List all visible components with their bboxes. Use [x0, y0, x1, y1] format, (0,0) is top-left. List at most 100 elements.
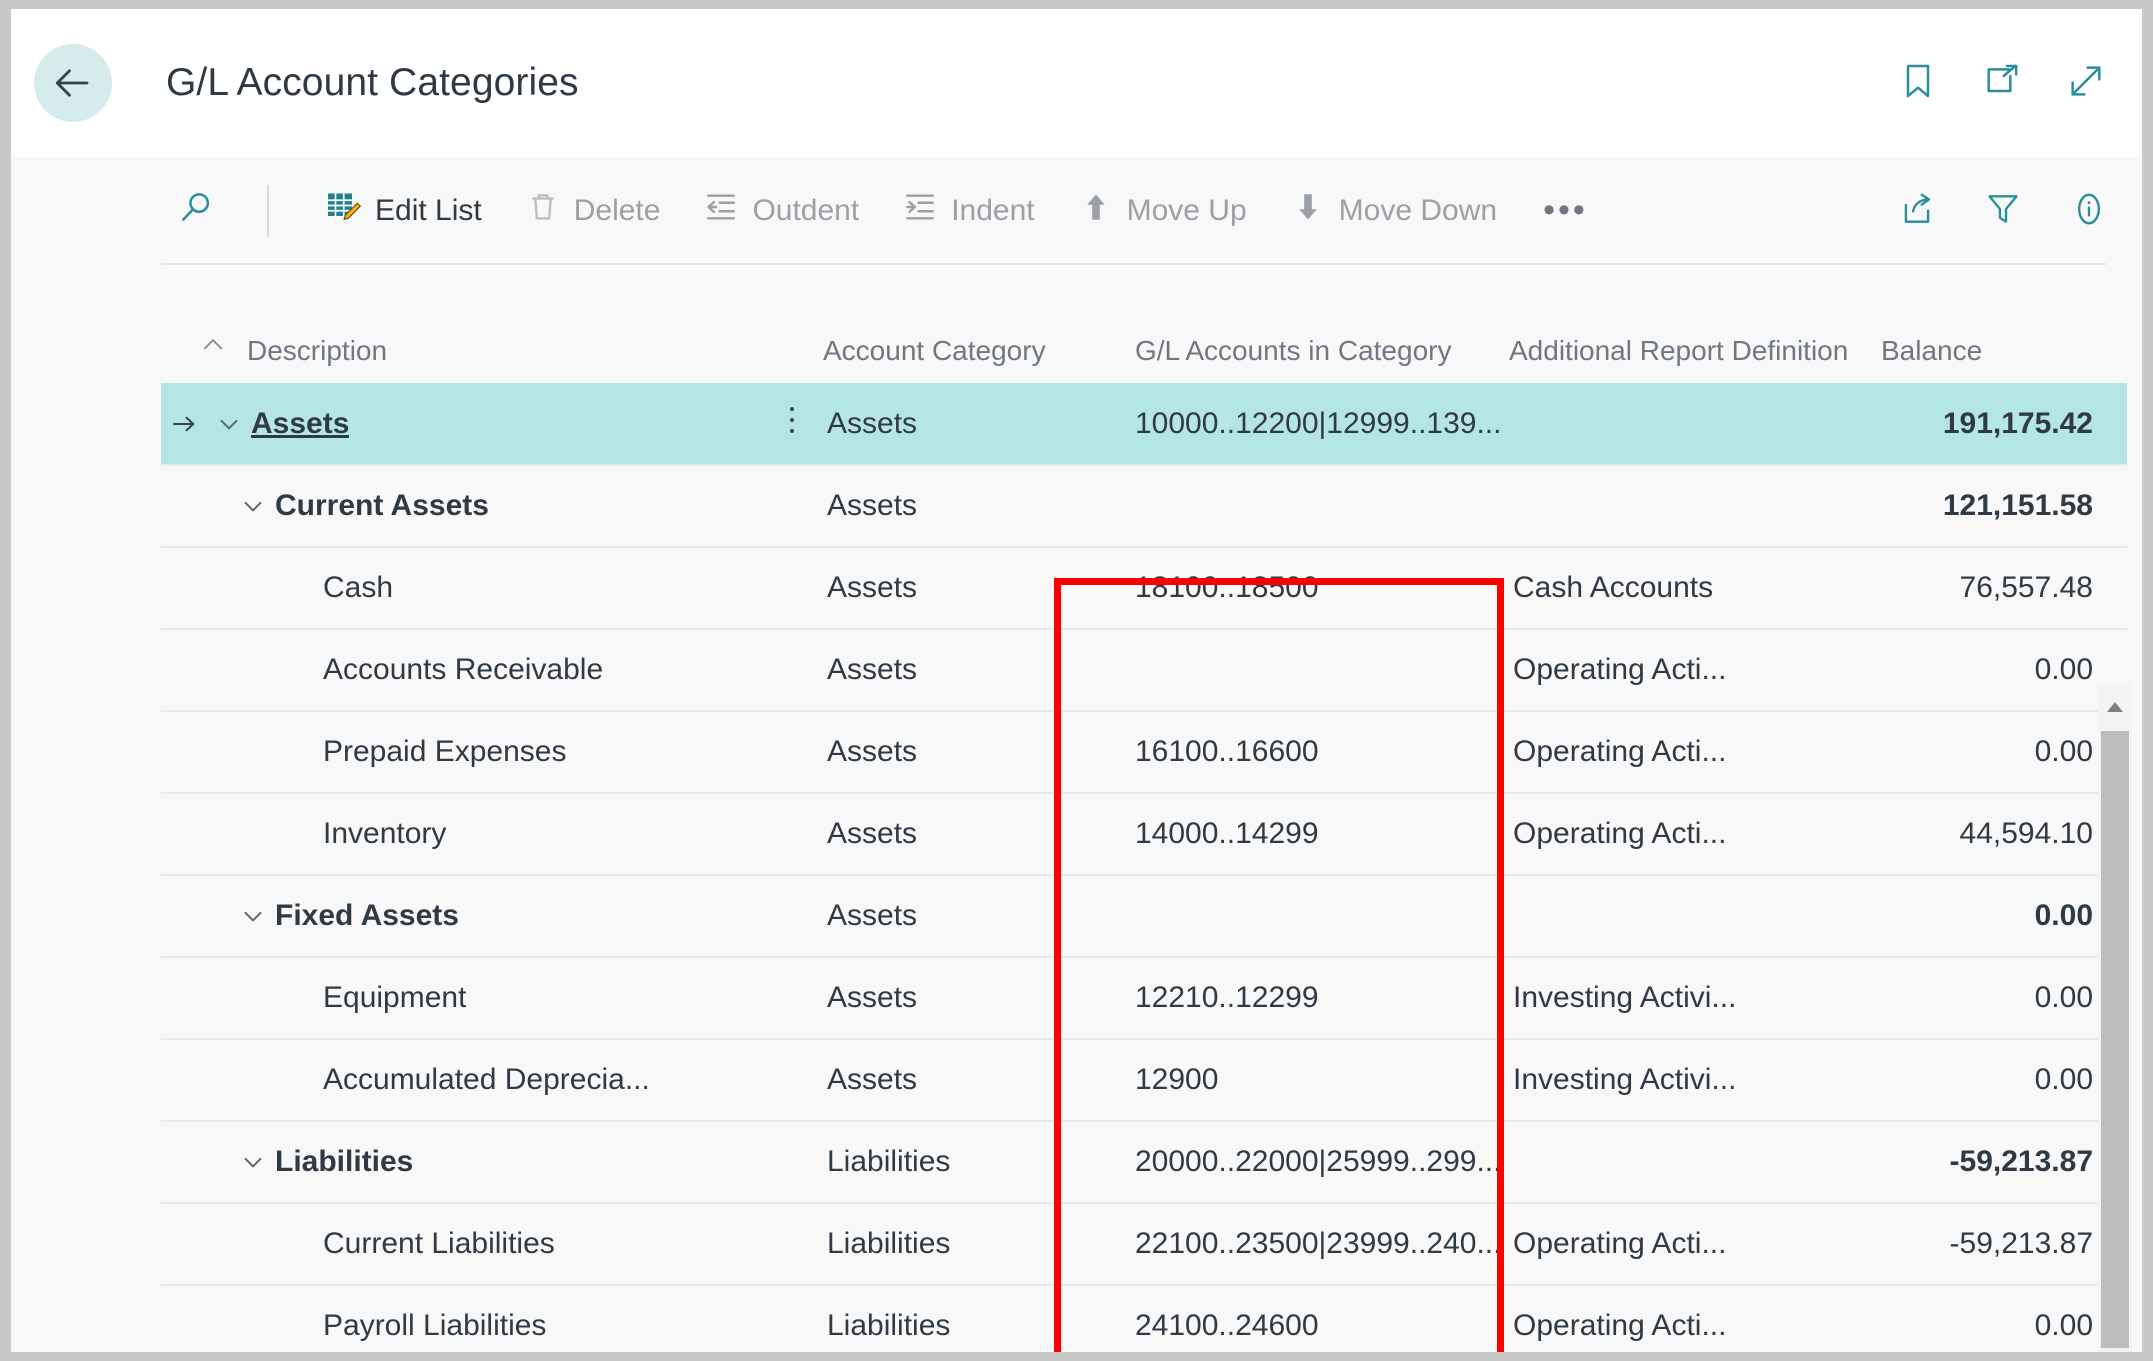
cell-account-category[interactable]: Liabilities: [823, 1203, 1099, 1286]
column-header-account-category[interactable]: Account Category: [823, 265, 1099, 383]
cell-balance[interactable]: 191,175.42: [1881, 383, 2127, 466]
cell-gl-accounts-in-category[interactable]: 22100..23500|23999..240...: [1099, 1203, 1509, 1286]
sort-ascending-icon[interactable]: [199, 332, 227, 367]
cell-additional-report-definition[interactable]: Operating Acti...: [1509, 1285, 1881, 1352]
cell-description[interactable]: Accumulated Deprecia...: [161, 1039, 761, 1122]
delete-button[interactable]: Delete: [504, 180, 683, 242]
expand-icon[interactable]: [2066, 61, 2106, 106]
back-button[interactable]: [34, 44, 112, 122]
search-button[interactable]: [161, 180, 231, 242]
cell-row-actions[interactable]: [761, 383, 823, 466]
cell-balance[interactable]: 0.00: [1881, 711, 2127, 794]
table-row[interactable]: Liabilities Liabilities 20000..22000|25999…: [161, 1121, 2127, 1204]
cell-gl-accounts-in-category[interactable]: [1099, 629, 1509, 712]
filter-icon[interactable]: [1984, 190, 2022, 233]
row-menu-icon[interactable]: [779, 403, 805, 437]
table-row[interactable]: Fixed Assets Assets 0.00: [161, 875, 2127, 958]
cell-gl-accounts-in-category[interactable]: 10000..12200|12999..139...: [1099, 383, 1509, 466]
table-row[interactable]: Payroll Liabilities Liabilities 24100..246…: [161, 1285, 2127, 1352]
info-icon[interactable]: [2070, 190, 2108, 233]
cell-gl-accounts-in-category[interactable]: [1099, 875, 1509, 958]
table-row[interactable]: Cash Assets 18100..18500 Cash Accounts 76,55…: [161, 547, 2127, 630]
cell-gl-accounts-in-category[interactable]: 16100..16600: [1099, 711, 1509, 794]
cell-additional-report-definition[interactable]: Investing Activi...: [1509, 957, 1881, 1040]
open-in-new-window-icon[interactable]: [1982, 61, 2022, 106]
edit-list-button[interactable]: Edit List: [303, 180, 504, 242]
cell-additional-report-definition[interactable]: Operating Acti...: [1509, 711, 1881, 794]
cell-description[interactable]: Current Assets: [161, 465, 761, 548]
cell-balance[interactable]: 76,557.48: [1881, 547, 2127, 630]
chevron-down-icon[interactable]: [231, 1147, 275, 1177]
move-up-button[interactable]: Move Up: [1057, 180, 1269, 242]
cell-gl-accounts-in-category[interactable]: 12900: [1099, 1039, 1509, 1122]
cell-additional-report-definition[interactable]: Cash Accounts: [1509, 547, 1881, 630]
share-icon[interactable]: [1898, 190, 1936, 233]
scroll-up-arrow-icon[interactable]: [2098, 683, 2132, 731]
cell-description[interactable]: Current Liabilities: [161, 1203, 761, 1286]
cell-gl-accounts-in-category[interactable]: 18100..18500: [1099, 547, 1509, 630]
chevron-down-icon[interactable]: [231, 901, 275, 931]
cell-account-category[interactable]: Assets: [823, 711, 1099, 794]
cell-balance[interactable]: 0.00: [1881, 629, 2127, 712]
chevron-down-icon[interactable]: [207, 409, 251, 439]
table-row[interactable]: Accounts Receivable Assets Operating Acti.…: [161, 629, 2127, 712]
cell-description[interactable]: Inventory: [161, 793, 761, 876]
cell-balance[interactable]: 0.00: [1881, 875, 2127, 958]
cell-balance[interactable]: 0.00: [1881, 1285, 2127, 1352]
cell-additional-report-definition[interactable]: Operating Acti...: [1509, 1203, 1881, 1286]
cell-account-category[interactable]: Assets: [823, 1039, 1099, 1122]
cell-additional-report-definition[interactable]: Investing Activi...: [1509, 1039, 1881, 1122]
cell-description[interactable]: Accounts Receivable: [161, 629, 761, 712]
table-row[interactable]: Current Liabilities Liabilities 22100..235…: [161, 1203, 2127, 1286]
column-header-balance[interactable]: Balance: [1881, 265, 2127, 383]
chevron-down-icon[interactable]: [231, 491, 275, 521]
cell-account-category[interactable]: Assets: [823, 465, 1099, 548]
cell-account-category[interactable]: Assets: [823, 383, 1099, 466]
cell-gl-accounts-in-category[interactable]: 20000..22000|25999..299...: [1099, 1121, 1509, 1204]
outdent-button[interactable]: Outdent: [682, 180, 881, 242]
column-header-description[interactable]: Description: [161, 265, 761, 383]
cell-additional-report-definition[interactable]: Operating Acti...: [1509, 629, 1881, 712]
cell-gl-accounts-in-category[interactable]: 24100..24600: [1099, 1285, 1509, 1352]
cell-description[interactable]: Equipment: [161, 957, 761, 1040]
cell-gl-accounts-in-category[interactable]: 12210..12299: [1099, 957, 1509, 1040]
cell-balance[interactable]: 121,151.58: [1881, 465, 2127, 548]
cell-account-category[interactable]: Liabilities: [823, 1121, 1099, 1204]
column-header-additional-report-definition[interactable]: Additional Report Definition: [1509, 265, 1881, 383]
column-header-gl-accounts[interactable]: G/L Accounts in Category: [1099, 265, 1509, 383]
cell-balance[interactable]: 0.00: [1881, 957, 2127, 1040]
cell-gl-accounts-in-category[interactable]: 14000..14299: [1099, 793, 1509, 876]
cell-account-category[interactable]: Liabilities: [823, 1285, 1099, 1352]
cell-description[interactable]: Assets: [161, 383, 761, 466]
table-row[interactable]: Current Assets Assets 121,151.58: [161, 465, 2127, 548]
more-options-button[interactable]: •••: [1519, 194, 1612, 227]
cell-account-category[interactable]: Assets: [823, 875, 1099, 958]
cell-additional-report-definition[interactable]: [1509, 1121, 1881, 1204]
cell-account-category[interactable]: Assets: [823, 629, 1099, 712]
cell-account-category[interactable]: Assets: [823, 793, 1099, 876]
cell-description[interactable]: Payroll Liabilities: [161, 1285, 761, 1352]
cell-balance[interactable]: -59,213.87: [1881, 1121, 2127, 1204]
table-row[interactable]: Accumulated Deprecia... Assets 12900 Invest…: [161, 1039, 2127, 1122]
table-row[interactable]: Inventory Assets 14000..14299 Operating Act…: [161, 793, 2127, 876]
cell-account-category[interactable]: Assets: [823, 957, 1099, 1040]
table-row[interactable]: Equipment Assets 12210..12299 Investing Act…: [161, 957, 2127, 1040]
cell-description[interactable]: Fixed Assets: [161, 875, 761, 958]
cell-description[interactable]: Prepaid Expenses: [161, 711, 761, 794]
cell-description[interactable]: Cash: [161, 547, 761, 630]
cell-balance[interactable]: -59,213.87: [1881, 1203, 2127, 1286]
cell-account-category[interactable]: Assets: [823, 547, 1099, 630]
bookmark-icon[interactable]: [1898, 61, 1938, 106]
row-description-link[interactable]: Assets: [251, 407, 349, 441]
cell-description[interactable]: Liabilities: [161, 1121, 761, 1204]
move-down-button[interactable]: Move Down: [1269, 180, 1519, 242]
table-row[interactable]: Prepaid Expenses Assets 16100..16600 Operat…: [161, 711, 2127, 794]
cell-balance[interactable]: 0.00: [1881, 1039, 2127, 1122]
vertical-scrollbar[interactable]: [2098, 683, 2132, 1352]
scroll-thumb[interactable]: [2101, 731, 2129, 1348]
cell-additional-report-definition[interactable]: [1509, 383, 1881, 466]
table-row[interactable]: Assets Assets 10000..12200|12999..139... 19…: [161, 383, 2127, 466]
indent-button[interactable]: Indent: [881, 180, 1056, 242]
cell-additional-report-definition[interactable]: Operating Acti...: [1509, 793, 1881, 876]
cell-additional-report-definition[interactable]: [1509, 465, 1881, 548]
